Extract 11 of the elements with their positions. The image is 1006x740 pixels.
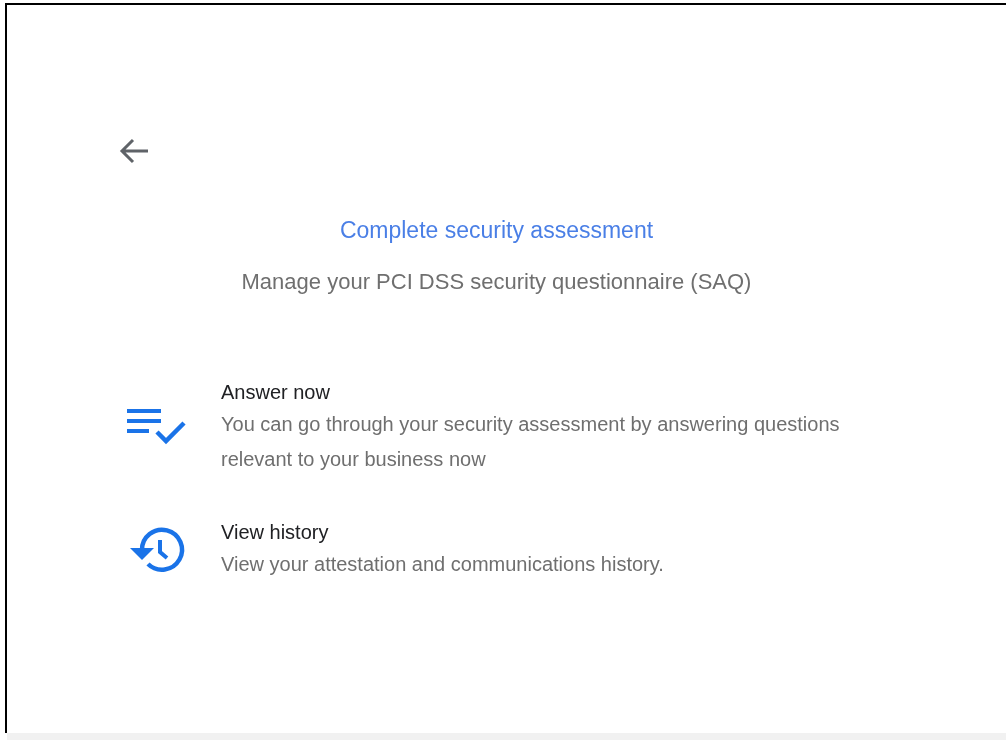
- page-subtitle: Manage your PCI DSS security questionnaire (SAQ): [241, 268, 752, 296]
- option-title: Answer now: [221, 380, 331, 405]
- page-title: Complete security assessment: [339, 216, 654, 245]
- option-title: View history: [221, 520, 330, 545]
- option-description: View your attestation and communications history.: [221, 552, 665, 577]
- option-item[interactable]: Answer now You can go through your security assessment by answering questions relevant to your business now: [127, 377, 1006, 477]
- back-arrow-icon: [118, 137, 150, 165]
- option-item[interactable]: View history View your attestation and communications history.: [127, 517, 1006, 582]
- back-button[interactable]: [118, 137, 150, 165]
- checklist-icon: [127, 407, 189, 447]
- option-description: You can go through your security assessment by answering questions relevant to your business now: [221, 412, 841, 472]
